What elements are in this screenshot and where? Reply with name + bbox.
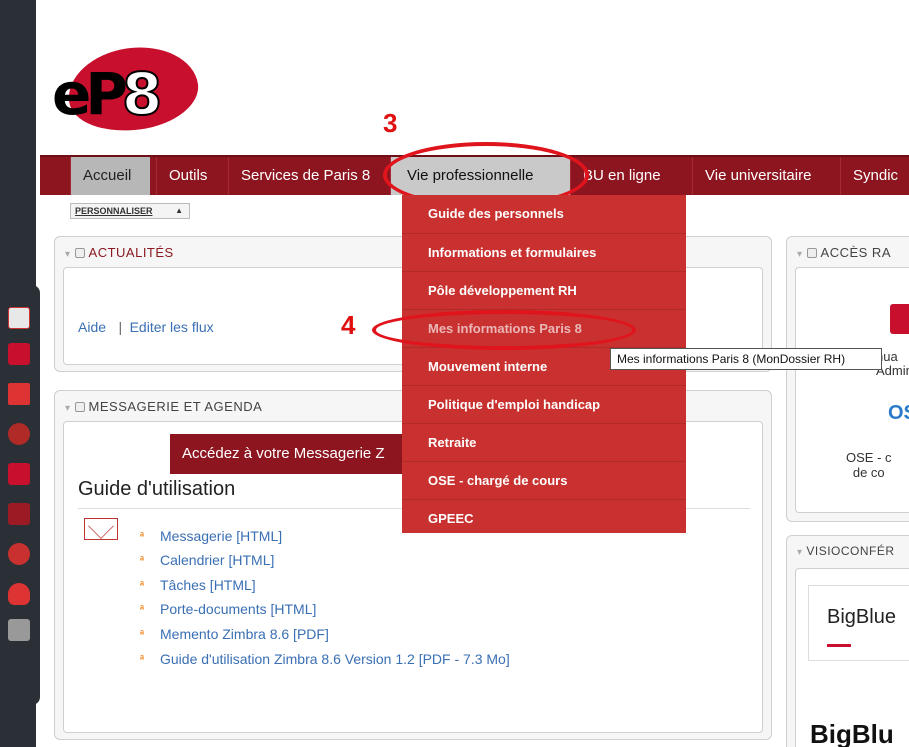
editer-flux-link[interactable]: Editer les flux — [130, 319, 214, 335]
rss-icon: ᵃ — [140, 579, 145, 591]
link-messagerie[interactable]: ᵃ Messagerie [HTML] — [140, 528, 283, 544]
collapse-icon[interactable]: ▾ — [65, 403, 71, 414]
nav-outils[interactable]: Outils — [156, 157, 228, 195]
link-label: Porte-documents [HTML] — [160, 601, 317, 617]
bbb-heading: BigBlu — [810, 719, 894, 747]
nav-vie-universitaire[interactable]: Vie universitaire — [692, 157, 840, 195]
annotation-step-3: 3 — [383, 108, 398, 138]
menu-gpeec[interactable]: GPEEC — [402, 499, 686, 537]
collapse-icon[interactable]: ▾ — [797, 249, 803, 260]
tools-icon[interactable] — [8, 619, 30, 641]
logo-letter-e: e — [52, 60, 91, 128]
nav-services-paris8[interactable]: Services de Paris 8 — [228, 157, 388, 195]
visio-portlet: ▾ VISIOCONFÉR BigBlue BigBlu — [786, 535, 909, 747]
link-label: Tâches [HTML] — [160, 577, 256, 593]
link-label: Guide d'utilisation Zimbra 8.6 Version 1… — [160, 651, 510, 667]
bbb-card[interactable]: BigBlue — [808, 585, 909, 661]
link-label: Memento Zimbra 8.6 [PDF] — [160, 626, 329, 642]
bookmark-icon[interactable] — [8, 503, 30, 525]
rss-icon: ᵃ — [140, 554, 145, 566]
annuaire-icon[interactable] — [890, 304, 909, 334]
actualites-header: ▾ ACTUALITÉS — [65, 245, 174, 260]
bbb-accent — [827, 644, 851, 647]
annotation-ellipse-4 — [372, 310, 636, 350]
link-taches[interactable]: ᵃ Tâches [HTML] — [140, 577, 256, 593]
tooltip: Mes informations Paris 8 (MonDossier RH) — [610, 348, 882, 370]
menu-politique-handicap[interactable]: Politique d'emploi handicap — [402, 385, 686, 423]
menu-retraite[interactable]: Retraite — [402, 423, 686, 461]
visio-body: BigBlue BigBlu — [795, 568, 909, 747]
ose-line2: de co — [852, 465, 885, 480]
help-icon[interactable] — [8, 543, 30, 565]
lock-icon — [74, 248, 85, 258]
messagerie-header: ▾ MESSAGERIE ET AGENDA — [65, 399, 262, 414]
envelope-flap — [88, 513, 114, 539]
sync-icon[interactable] — [8, 423, 30, 445]
collapse-icon[interactable]: ▾ — [65, 249, 71, 260]
logo-digit-8: 8 — [121, 59, 163, 129]
lock-icon — [74, 402, 85, 412]
link-calendrier[interactable]: ᵃ Calendrier [HTML] — [140, 552, 275, 568]
bbb-title: BigBlue — [827, 606, 896, 628]
ged-icon[interactable] — [8, 463, 30, 485]
menu-guide-personnels[interactable]: Guide des personnels — [402, 195, 686, 233]
caret-up-icon: ▲ — [175, 206, 183, 215]
visio-title: VISIOCONFÉR — [806, 544, 895, 558]
lock-icon — [806, 248, 817, 258]
menu-informations-formulaires[interactable]: Informations et formulaires — [402, 233, 686, 271]
actualites-links: Aide | Editer les flux — [78, 319, 214, 337]
rss-icon: ᵃ — [140, 603, 145, 615]
ose-line1: OSE - c — [846, 450, 892, 465]
nav-accueil[interactable]: Accueil — [70, 157, 150, 195]
collapse-icon[interactable]: ▾ — [797, 547, 803, 558]
messagerie-access-banner[interactable]: Accédez à votre Messagerie Z — [170, 434, 410, 474]
acces-rapide-portlet: ▾ ACCÈS RA nua Adminis OS OSE - c de co — [786, 236, 909, 522]
actualites-title: ACTUALITÉS — [88, 245, 174, 260]
document-icon[interactable] — [8, 383, 30, 405]
acces-header: ▾ ACCÈS RA — [797, 245, 891, 260]
annotation-step-4: 4 — [341, 310, 356, 340]
envelope-icon — [84, 513, 118, 540]
visio-header: ▾ VISIOCONFÉR — [797, 544, 895, 558]
mail-icon[interactable] — [8, 307, 30, 329]
personnaliser-button[interactable]: PERSONNALISER ▲ — [70, 203, 190, 219]
link-label: Calendrier [HTML] — [160, 552, 275, 568]
ose-logo[interactable]: OS — [888, 402, 909, 425]
menu-ose-charge-cours[interactable]: OSE - chargé de cours — [402, 461, 686, 499]
lightbulb-icon[interactable] — [8, 583, 30, 605]
menu-pole-developpement-rh[interactable]: Pôle développement RH — [402, 271, 686, 309]
rss-icon: ᵃ — [140, 628, 145, 640]
logo-letter-p: P — [85, 60, 127, 128]
link-label: Messagerie [HTML] — [160, 528, 283, 544]
nav-syndicats[interactable]: Syndic — [840, 157, 909, 195]
rss-icon: ᵃ — [140, 530, 145, 542]
logo[interactable]: eP8 — [52, 59, 163, 129]
messagerie-title: MESSAGERIE ET AGENDA — [88, 399, 263, 414]
link-guide-zimbra[interactable]: ᵃ Guide d'utilisation Zimbra 8.6 Version … — [140, 651, 510, 667]
webmail-icon[interactable] — [8, 343, 30, 365]
page: eP8 3 Accueil Outils Services de Paris 8… — [0, 0, 909, 747]
link-porte-documents[interactable]: ᵃ Porte-documents [HTML] — [140, 601, 317, 617]
rss-icon: ᵃ — [140, 653, 145, 665]
aide-link[interactable]: Aide — [78, 319, 106, 335]
link-separator: | — [118, 319, 123, 335]
guide-title: Guide d'utilisation — [78, 478, 236, 500]
personnaliser-label: PERSONNALISER — [75, 206, 153, 216]
acces-body: nua Adminis OS OSE - c de co — [795, 267, 909, 513]
acces-title: ACCÈS RA — [820, 245, 891, 260]
link-memento[interactable]: ᵃ Memento Zimbra 8.6 [PDF] — [140, 626, 329, 642]
left-toolbar — [0, 285, 40, 705]
ose-text[interactable]: OSE - c de co — [846, 450, 892, 480]
